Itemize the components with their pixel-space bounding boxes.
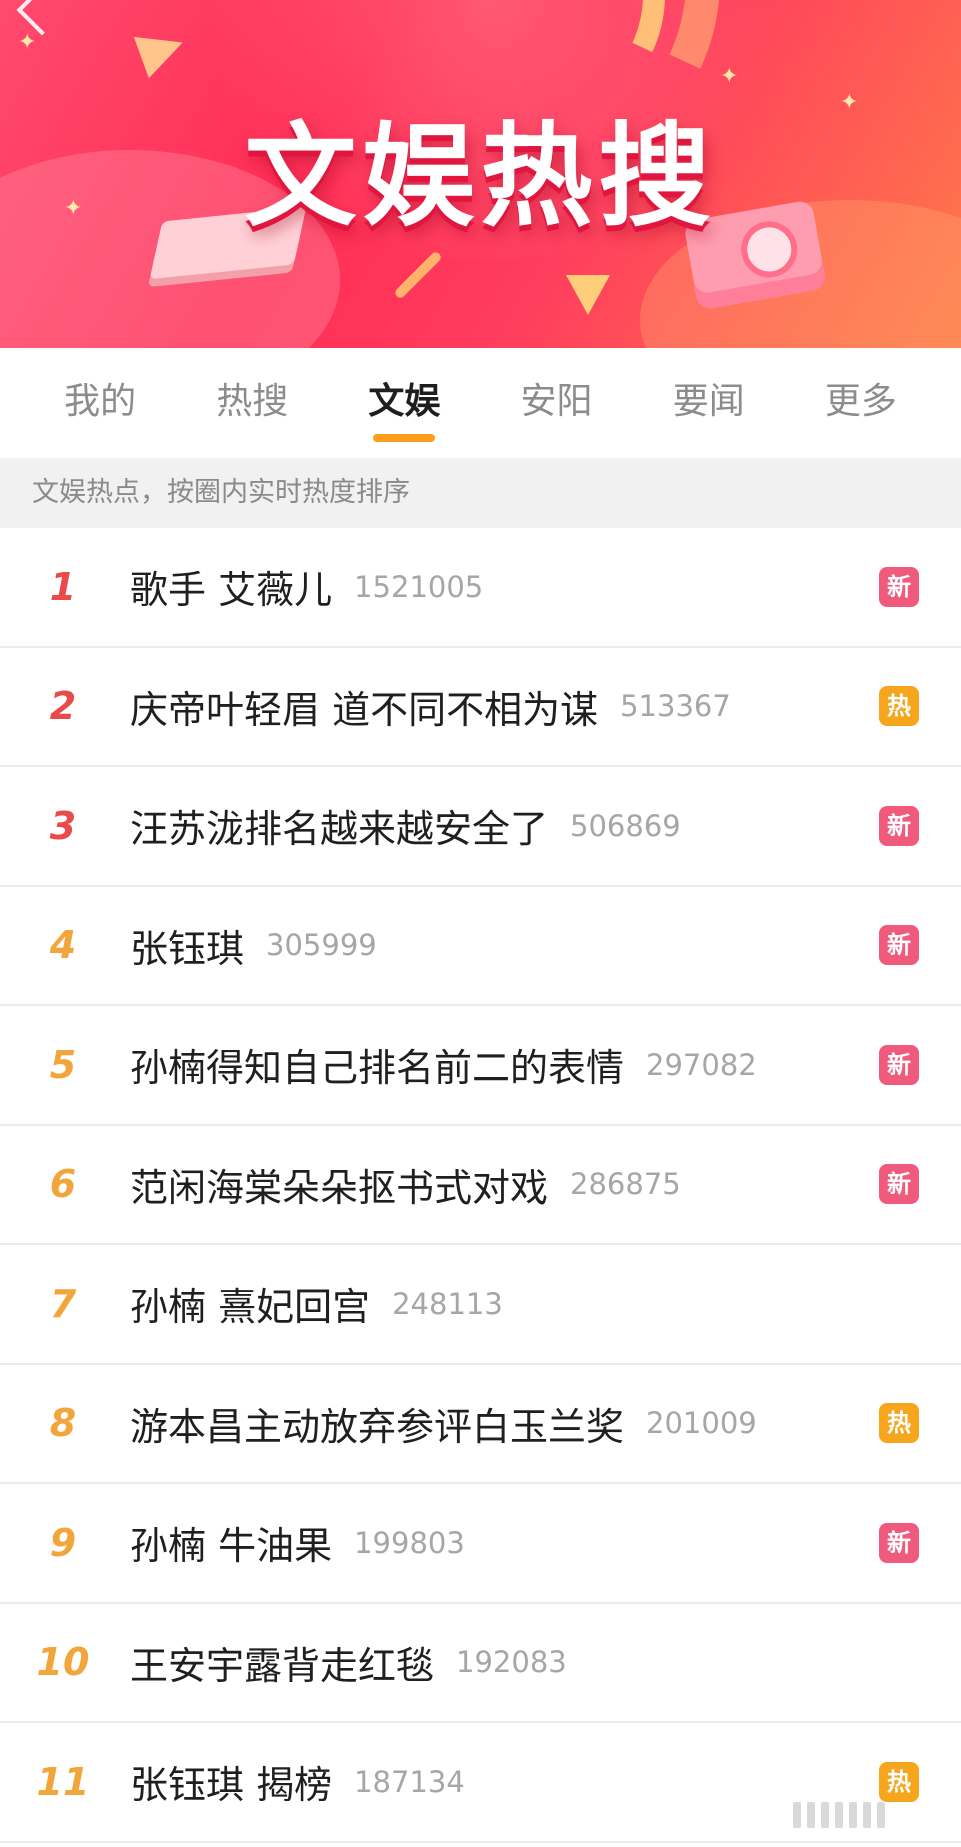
- ranking-notice: 文娱热点，按圈内实时热度排序: [0, 458, 961, 528]
- topic-title: 范闲海棠朵朵抠书式对戏: [130, 1165, 549, 1210]
- hot-badge: 热: [879, 1761, 919, 1802]
- stick-decoration: [393, 250, 443, 300]
- list-item[interactable]: 4 张钰琪 305999 新: [0, 887, 961, 1006]
- heat-count: 187134: [354, 1764, 465, 1799]
- tab-anyang[interactable]: 安阳: [511, 360, 603, 446]
- topic-title: 庆帝叶轻眉 道不同不相为谋: [130, 687, 599, 732]
- list-item[interactable]: 1 歌手 艾薇儿 1521005 新: [0, 528, 961, 648]
- rank-number: 3: [49, 803, 77, 848]
- heat-count: 305999: [266, 928, 377, 963]
- tab-active-indicator: [373, 434, 436, 442]
- tab-label: 我的: [64, 381, 137, 422]
- rank-number: 10: [36, 1640, 90, 1685]
- heat-count: 192083: [456, 1645, 567, 1680]
- heat-count: 513367: [620, 689, 731, 724]
- hot-search-list: 1 歌手 艾薇儿 1521005 新 2 庆帝叶轻眉 道不同不相为谋 51336…: [0, 528, 961, 1843]
- rank-number: 11: [36, 1759, 90, 1804]
- heat-count: 1521005: [354, 569, 484, 604]
- tab-label: 文娱: [368, 381, 441, 422]
- list-item[interactable]: 2 庆帝叶轻眉 道不同不相为谋 513367 热: [0, 648, 961, 767]
- list-item[interactable]: 6 范闲海棠朵朵抠书式对戏 286875 新: [0, 1126, 961, 1245]
- tab-label: 热搜: [216, 381, 289, 422]
- new-badge: 新: [879, 1044, 919, 1085]
- hot-badge: 热: [879, 686, 919, 727]
- tab-label: 安阳: [520, 381, 593, 422]
- list-item[interactable]: 9 孙楠 牛油果 199803 新: [0, 1484, 961, 1604]
- heat-count: 201009: [646, 1406, 757, 1441]
- topic-title: 王安宇露背走红毯: [130, 1643, 435, 1688]
- tab-more[interactable]: 更多: [815, 360, 907, 446]
- banner-title: 文娱热搜: [244, 112, 717, 242]
- triangle-decoration: [566, 275, 610, 315]
- list-item[interactable]: 3 汪苏泷排名越来越安全了 506869 新: [0, 767, 961, 887]
- topic-title: 孙楠得知自己排名前二的表情: [130, 1046, 625, 1091]
- new-badge: 新: [879, 925, 919, 966]
- rank-number: 7: [49, 1281, 77, 1326]
- heat-count: 297082: [646, 1047, 757, 1082]
- hot-badge: 热: [879, 1403, 919, 1444]
- rank-number: 8: [49, 1401, 77, 1446]
- list-item[interactable]: 10 王安宇露背走红毯 192083: [0, 1604, 961, 1723]
- topic-title: 歌手 艾薇儿: [130, 568, 333, 613]
- rank-number: 2: [49, 684, 77, 729]
- heat-count: 286875: [570, 1167, 681, 1202]
- topic-title: 孙楠 牛油果: [130, 1524, 333, 1569]
- topic-title: 张钰琪 揭榜: [130, 1763, 333, 1808]
- list-item[interactable]: 8 游本昌主动放弃参评白玉兰奖 201009 热: [0, 1365, 961, 1484]
- tab-label: 要闻: [672, 381, 745, 422]
- heat-count: 248113: [392, 1286, 503, 1321]
- new-badge: 新: [879, 1164, 919, 1205]
- tab-hot-search[interactable]: 热搜: [206, 360, 298, 446]
- topic-title: 游本昌主动放弃参评白玉兰奖: [130, 1404, 625, 1449]
- rank-number: 1: [49, 564, 77, 609]
- heat-count: 506869: [570, 808, 681, 843]
- topic-title: 张钰琪: [130, 926, 245, 971]
- watermark-bars: [755, 1799, 885, 1831]
- tab-mine[interactable]: 我的: [54, 360, 146, 446]
- list-item[interactable]: 7 孙楠 熹妃回宫 248113: [0, 1245, 961, 1365]
- heat-count: 199803: [354, 1525, 465, 1560]
- rank-number: 9: [49, 1520, 77, 1565]
- list-item[interactable]: 5 孙楠得知自己排名前二的表情 297082 新: [0, 1006, 961, 1126]
- sparkle-icon: ✦: [18, 30, 37, 55]
- tab-headlines[interactable]: 要闻: [663, 360, 755, 446]
- tab-entertainment[interactable]: 文娱: [358, 360, 450, 446]
- rank-number: 4: [49, 923, 77, 968]
- rank-number: 6: [49, 1162, 77, 1207]
- header-banner: ✦ ✦ ✦ ✦ 文娱热搜: [0, 0, 961, 348]
- topic-title: 孙楠 熹妃回宫: [130, 1285, 371, 1330]
- new-badge: 新: [879, 805, 919, 846]
- category-tabs: 我的 热搜 文娱 安阳 要闻 更多: [0, 348, 961, 458]
- new-badge: 新: [879, 566, 919, 607]
- new-badge: 新: [879, 1522, 919, 1563]
- topic-title: 汪苏泷排名越来越安全了: [130, 807, 549, 852]
- rank-number: 5: [49, 1042, 77, 1087]
- tab-label: 更多: [824, 381, 897, 422]
